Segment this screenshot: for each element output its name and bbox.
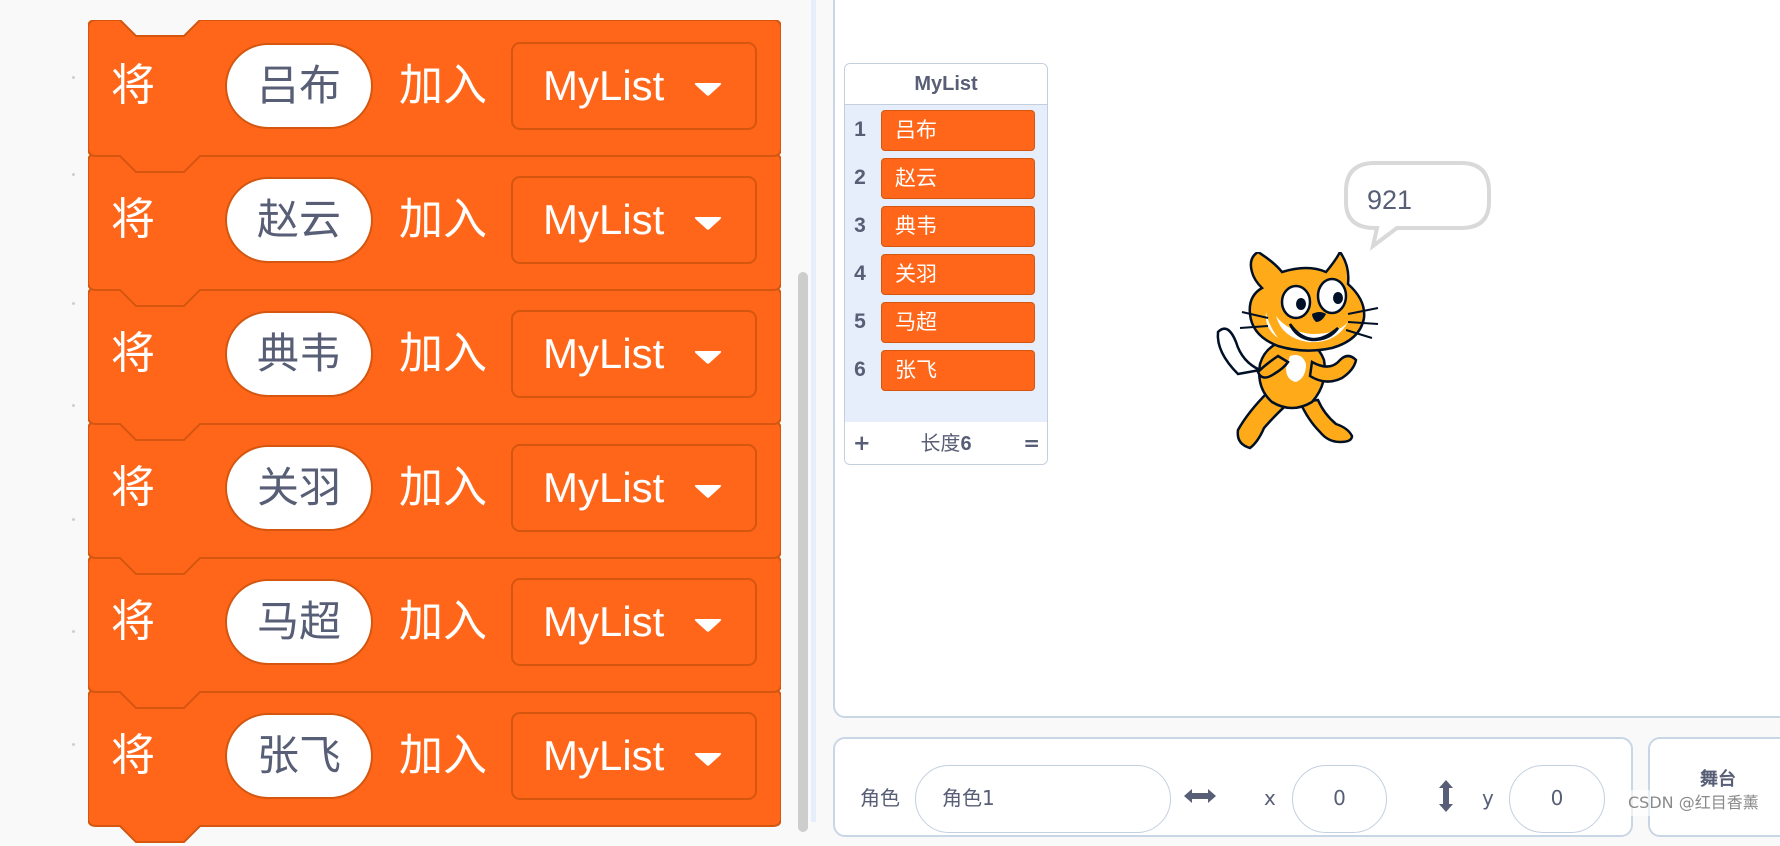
sprite-name-input[interactable]: 角色1 — [915, 765, 1171, 833]
item-text-input[interactable]: 马超 — [225, 579, 373, 665]
list-item-index: 4 — [854, 262, 866, 285]
list-select-label: MyList — [543, 464, 665, 511]
code-area-scrollbar[interactable] — [798, 272, 808, 832]
list-select-dropdown[interactable]: MyList — [511, 578, 757, 666]
speech-bubble-text: 921 — [1367, 185, 1413, 215]
list-select-dropdown[interactable]: MyList — [511, 42, 757, 130]
list-item-value[interactable]: 马超 — [881, 302, 1035, 343]
list-item-index: 3 — [854, 214, 866, 237]
list-item-value[interactable]: 赵云 — [881, 158, 1035, 199]
add-to-list-block[interactable]: 将 吕布 加入 MyList — [88, 20, 781, 173]
grid-dot — [72, 743, 75, 746]
list-select-label: MyList — [543, 330, 665, 377]
block-join-label: 加入 — [399, 462, 487, 513]
list-item-value[interactable]: 张飞 — [881, 350, 1035, 391]
list-length-value: 6 — [960, 433, 972, 455]
item-text-input[interactable]: 关羽 — [225, 445, 373, 531]
grid-dot — [72, 302, 75, 305]
dropdown-arrow-icon — [694, 753, 722, 766]
block-verb-label: 将 — [111, 60, 155, 111]
list-item-index: 2 — [854, 166, 866, 189]
item-text-input[interactable]: 赵云 — [225, 177, 373, 263]
grid-dot — [72, 630, 75, 633]
grid-dot — [72, 404, 75, 407]
list-item: 6 张飞 — [845, 348, 1045, 396]
block-verb-label: 将 — [111, 328, 155, 379]
horizontal-arrows-icon — [1184, 789, 1216, 803]
dropdown-arrow-icon — [694, 485, 722, 498]
list-item: 1 吕布 — [845, 108, 1045, 156]
y-label: y — [1482, 786, 1494, 810]
dropdown-arrow-icon — [694, 217, 722, 230]
block-verb-label: 将 — [111, 730, 155, 781]
block-verb-label: 将 — [111, 462, 155, 513]
list-select-dropdown[interactable]: MyList — [511, 176, 757, 264]
list-select-dropdown[interactable]: MyList — [511, 310, 757, 398]
block-verb-label: 将 — [111, 596, 155, 647]
list-item-index: 1 — [854, 118, 866, 141]
list-item-value[interactable]: 吕布 — [881, 110, 1035, 151]
item-text-input[interactable]: 典韦 — [225, 311, 373, 397]
list-item-index: 5 — [854, 310, 866, 333]
list-monitor-title: MyList — [845, 64, 1047, 105]
list-select-dropdown[interactable]: MyList — [511, 444, 757, 532]
list-select-label: MyList — [543, 196, 665, 243]
list-item-index: 6 — [854, 358, 866, 381]
y-input[interactable]: 0 — [1509, 765, 1605, 833]
list-item-value[interactable]: 关羽 — [881, 254, 1035, 295]
list-item: 5 马超 — [845, 300, 1045, 348]
watermark: CSDN @红目香薰 — [1628, 790, 1759, 816]
block-join-label: 加入 — [399, 730, 487, 781]
item-text-input[interactable]: 吕布 — [225, 43, 373, 129]
item-text-input[interactable]: 张飞 — [225, 713, 373, 799]
cat-sprite[interactable] — [1208, 252, 1414, 464]
list-select-label: MyList — [543, 598, 665, 645]
x-input[interactable]: 0 — [1292, 765, 1387, 833]
block-join-label: 加入 — [399, 328, 487, 379]
vertical-arrows-icon — [1439, 780, 1453, 812]
dropdown-arrow-icon — [694, 83, 722, 96]
grid-dot — [72, 173, 75, 176]
block-verb-label: 将 — [111, 194, 155, 245]
sprite-name-label: 角色 — [860, 786, 900, 810]
code-area[interactable]: 将 吕布 加入 MyList 将 赵云 加入 MyList 将 典韦 加入 My… — [0, 0, 811, 843]
panel-divider — [811, 0, 816, 822]
list-length: 长度6 — [845, 422, 1047, 464]
block-join-label: 加入 — [399, 596, 487, 647]
list-item-value[interactable]: 典韦 — [881, 206, 1035, 247]
list-select-label: MyList — [543, 732, 665, 779]
list-item: 3 典韦 — [845, 204, 1045, 252]
list-select-dropdown[interactable]: MyList — [511, 712, 757, 800]
dropdown-arrow-icon — [694, 351, 722, 364]
list-length-label: 长度 — [920, 431, 961, 455]
resize-handle[interactable]: = — [1023, 422, 1040, 464]
block-join-label: 加入 — [399, 60, 487, 111]
list-select-label: MyList — [543, 62, 665, 109]
grid-dot — [72, 76, 75, 79]
block-join-label: 加入 — [399, 194, 487, 245]
list-item: 2 赵云 — [845, 156, 1045, 204]
list-monitor[interactable]: MyList 1 吕布 2 赵云 3 典韦 4 关羽 5 马超 6 张飞 + 长… — [844, 63, 1048, 465]
grid-dot — [72, 518, 75, 521]
list-item: 4 关羽 — [845, 252, 1045, 300]
x-label: x — [1264, 786, 1276, 810]
dropdown-arrow-icon — [694, 619, 722, 632]
list-monitor-footer: + 长度6 = — [845, 421, 1047, 464]
